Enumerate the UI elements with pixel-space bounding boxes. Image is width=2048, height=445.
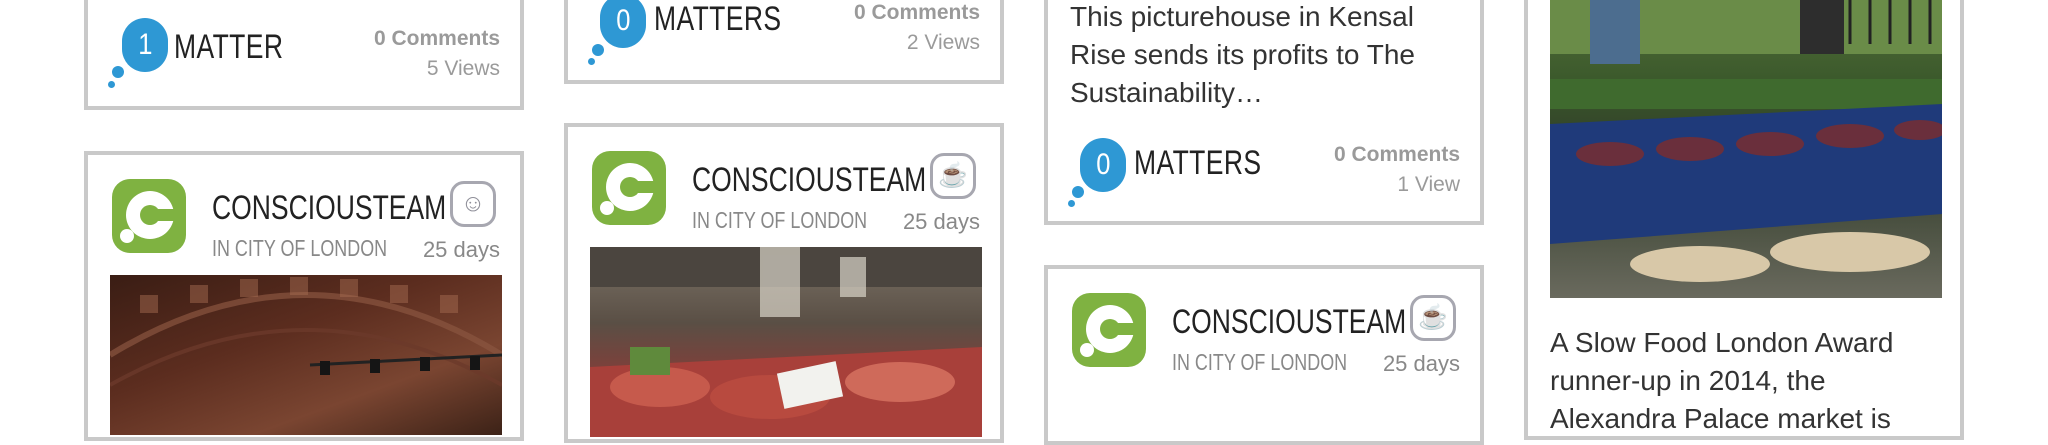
post-card[interactable]: This picturehouse in Kensal Rise sends i… [1044, 0, 1484, 225]
logo-tip [1080, 343, 1094, 357]
logo-notch [636, 181, 658, 193]
post-age: 25 days [422, 237, 500, 262]
matters-label: MATTER [174, 28, 284, 66]
post-card[interactable]: A Slow Food London Award runner-up in 20… [1524, 0, 1964, 440]
post-card[interactable]: CONSCIOUSTEAM IN CITY OF LONDON ☕ 25 day… [564, 123, 1004, 443]
comments-count[interactable]: 0 Comments [374, 24, 500, 54]
matters-widget[interactable]: 1 MATTER 0 Comments 5 Views [88, 0, 520, 106]
bubble-dot [112, 66, 124, 78]
matters-label: MATTERS [1134, 144, 1262, 182]
post-stats: 0 Comments 5 Views [374, 24, 500, 84]
post-image[interactable] [590, 247, 982, 437]
comments-count[interactable]: 0 Comments [854, 0, 980, 28]
matters-label: MATTERS [654, 0, 782, 38]
post-description: A Slow Food London Award runner-up in 20… [1550, 327, 1894, 434]
post-stats: 0 Comments 2 Views [854, 0, 980, 58]
views-count: 2 Views [906, 31, 980, 54]
post-card[interactable]: CONSCIOUSTEAM IN CITY OF LONDON ☺ 25 day… [84, 151, 524, 441]
bubble-dot [108, 81, 115, 88]
post-age: 25 days [1382, 351, 1460, 376]
bubble-dot [588, 58, 595, 65]
bubble-dot [1072, 186, 1084, 198]
post-age: 25 days [902, 209, 980, 234]
deli-counter-illustration [590, 247, 982, 437]
views-count: 1 View [1397, 173, 1460, 196]
author-location: IN CITY OF LONDON [1172, 349, 1348, 375]
market-stall-illustration [1550, 0, 1942, 282]
post-stats: 0 Comments 1 View [1334, 140, 1460, 200]
theatre-masks-icon: ☺ [450, 181, 496, 227]
theatre-interior-illustration [110, 277, 502, 387]
logo-notch [156, 209, 178, 221]
bubble-dot [1068, 200, 1075, 207]
matters-count-bubble[interactable]: 0 [600, 0, 646, 48]
coffee-cup-icon: ☕ [1410, 295, 1456, 341]
logo-notch [1116, 323, 1138, 335]
consciousteam-logo[interactable] [592, 151, 666, 225]
post-card: 0 MATTERS 0 Comments 2 Views [564, 0, 1004, 84]
views-count: 5 Views [426, 57, 500, 80]
post-card: 1 MATTER 0 Comments 5 Views [84, 0, 524, 110]
consciousteam-logo[interactable] [112, 179, 186, 253]
author-location: IN CITY OF LONDON [212, 235, 388, 261]
consciousteam-logo[interactable] [1072, 293, 1146, 367]
author-location: IN CITY OF LONDON [692, 207, 868, 233]
coffee-cup-icon: ☕ [930, 153, 976, 199]
matters-count-bubble[interactable]: 0 [1080, 138, 1126, 192]
bubble-dot [592, 44, 604, 56]
comments-count[interactable]: 0 Comments [1334, 140, 1460, 170]
matters-count-bubble[interactable]: 1 [122, 18, 168, 72]
logo-tip [600, 201, 614, 215]
post-image[interactable] [110, 275, 502, 435]
matters-widget[interactable]: 0 MATTERS 0 Comments 1 View [1048, 124, 1480, 224]
post-description: This picturehouse in Kensal Rise sends i… [1070, 1, 1415, 108]
post-card[interactable]: CONSCIOUSTEAM IN CITY OF LONDON ☕ 25 day… [1044, 265, 1484, 445]
post-image[interactable] [1550, 0, 1942, 298]
matters-widget[interactable]: 0 MATTERS 0 Comments 2 Views [568, 0, 1000, 80]
logo-tip [120, 229, 134, 243]
